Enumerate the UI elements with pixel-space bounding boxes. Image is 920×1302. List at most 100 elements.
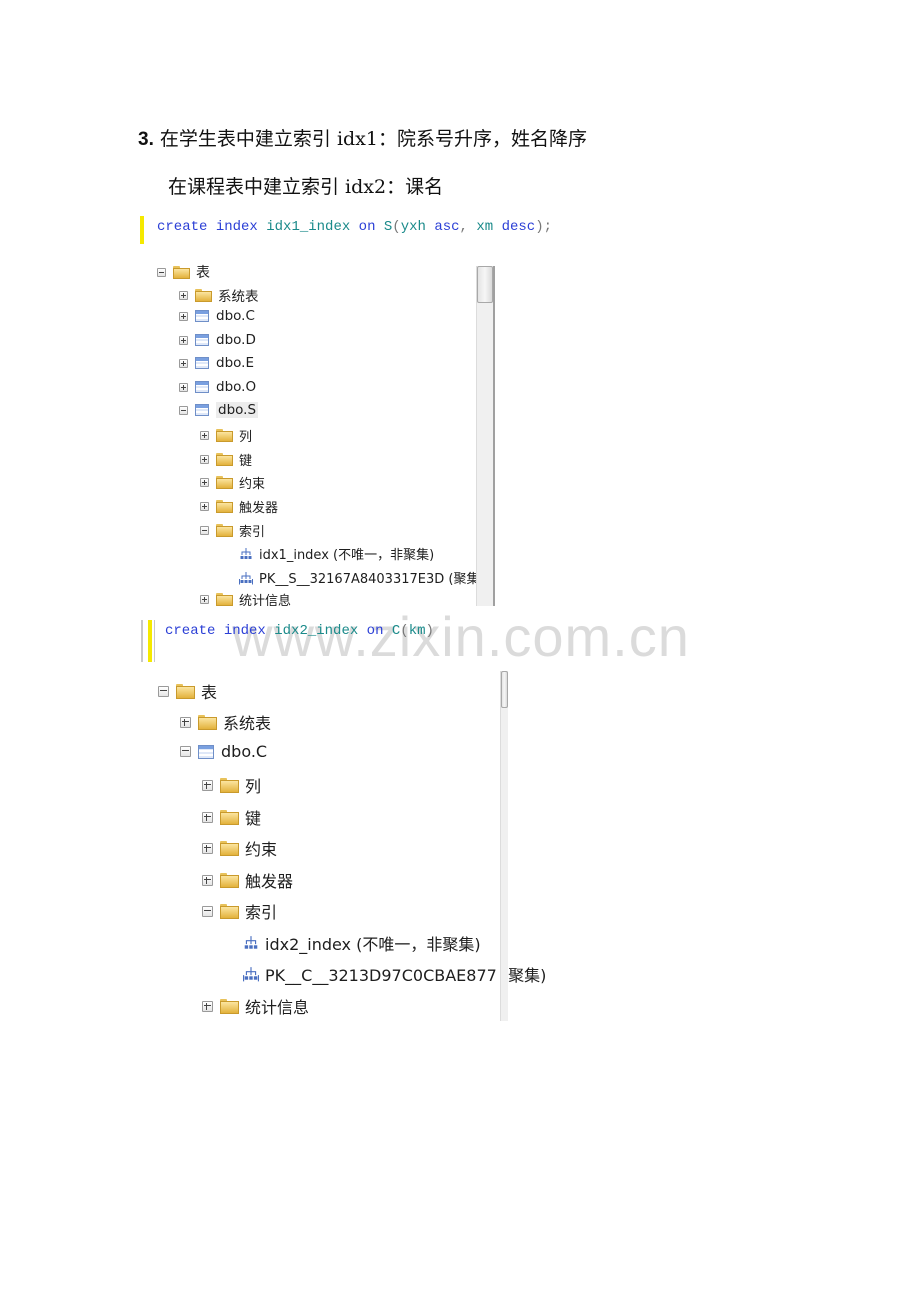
column-name: yxh bbox=[400, 219, 426, 235]
tree-node-index[interactable]: idx1_index (不唯一，非聚集) bbox=[239, 544, 434, 563]
expand-toggle-icon[interactable] bbox=[202, 1000, 213, 1012]
tree-node[interactable]: 系统表 bbox=[180, 710, 271, 734]
tree-node[interactable]: dbo.O bbox=[179, 379, 256, 395]
expand-toggle-icon[interactable] bbox=[202, 842, 213, 854]
tree-node[interactable]: dbo.E bbox=[179, 355, 254, 371]
tree-node-label: 触发器 bbox=[245, 872, 294, 891]
tree-node[interactable]: 触发器 bbox=[202, 868, 293, 892]
folder-icon bbox=[216, 592, 233, 606]
folder-icon bbox=[216, 476, 233, 489]
section-title-line1: 在学生表中建立索引 idx1：院系号升序，姓名降序 bbox=[159, 128, 587, 150]
tree-node[interactable]: 索引 bbox=[202, 899, 277, 923]
expand-toggle-icon[interactable] bbox=[200, 594, 209, 604]
folder-icon bbox=[220, 840, 239, 856]
tree-node-label: idx1_index (不唯一，非聚集) bbox=[259, 548, 435, 563]
tree-node[interactable]: dbo.C bbox=[180, 742, 267, 761]
paren-close: ) bbox=[425, 623, 434, 639]
folder-icon bbox=[220, 903, 239, 919]
editor-margin-line bbox=[154, 620, 155, 662]
folder-icon bbox=[198, 714, 217, 730]
tree-node-label: 索引 bbox=[245, 903, 278, 922]
tree-node[interactable]: 列 bbox=[202, 773, 261, 797]
tree1-scrollbar[interactable] bbox=[476, 266, 493, 606]
keyword-create: create bbox=[165, 623, 216, 639]
tree-node-label: PK__S__32167A8403317E3D (聚集) bbox=[259, 572, 485, 587]
tree-node[interactable]: dbo.C bbox=[179, 308, 255, 324]
tree-node[interactable]: 约束 bbox=[202, 836, 277, 860]
index-name: idx2_index bbox=[274, 623, 359, 639]
folder-icon bbox=[216, 429, 233, 442]
tree-node-index[interactable]: PK__S__32167A8403317E3D (聚集) bbox=[239, 568, 485, 587]
collapse-toggle-icon[interactable] bbox=[157, 267, 166, 277]
index-name: idx1_index bbox=[266, 219, 351, 235]
tree-node-label: dbo.E bbox=[216, 355, 254, 371]
expand-toggle-icon[interactable] bbox=[200, 455, 209, 464]
keyword-index: index bbox=[215, 219, 258, 235]
table-icon bbox=[195, 404, 209, 416]
collapse-toggle-icon[interactable] bbox=[200, 526, 209, 535]
sql-statement-2[interactable]: create index idx2_index on C(km) bbox=[165, 623, 434, 639]
tree-node-index[interactable]: idx2_index (不唯一，非聚集) bbox=[243, 931, 481, 955]
tree-node[interactable]: 统计信息 bbox=[202, 994, 309, 1018]
collapse-toggle-icon[interactable] bbox=[202, 905, 213, 917]
section-number: 3. bbox=[138, 129, 154, 150]
expand-toggle-icon[interactable] bbox=[179, 382, 188, 392]
keyword-create: create bbox=[157, 219, 208, 235]
clustered-index-icon bbox=[243, 967, 259, 982]
folder-icon bbox=[216, 524, 233, 537]
tree-node-tables[interactable]: 表 bbox=[158, 679, 217, 703]
tree2-scrollbar[interactable] bbox=[500, 671, 508, 1021]
tree-node[interactable]: 列 bbox=[200, 426, 252, 445]
column-name: xm bbox=[476, 219, 494, 235]
tree-node-label: 约束 bbox=[245, 840, 278, 859]
expand-toggle-icon[interactable] bbox=[179, 311, 188, 321]
expand-toggle-icon[interactable] bbox=[180, 716, 191, 728]
expand-toggle-icon[interactable] bbox=[179, 358, 188, 368]
tree-node-label: dbo.O bbox=[216, 379, 257, 395]
keyword-on: on bbox=[366, 623, 384, 639]
tree-node[interactable]: dbo.D bbox=[179, 332, 256, 348]
sql-statement-1[interactable]: create index idx1_index on S(yxh asc, xm… bbox=[157, 219, 552, 235]
editor-margin-gray bbox=[141, 620, 143, 662]
tree-node[interactable]: 键 bbox=[202, 805, 261, 829]
collapse-toggle-icon[interactable] bbox=[179, 405, 188, 415]
scrollbar-thumb[interactable] bbox=[477, 266, 493, 303]
folder-icon bbox=[216, 453, 233, 466]
folder-icon bbox=[195, 288, 212, 302]
tree-node[interactable]: 键 bbox=[200, 450, 252, 469]
collapse-toggle-icon[interactable] bbox=[180, 746, 191, 757]
expand-toggle-icon[interactable] bbox=[200, 431, 209, 440]
scrollbar-thumb[interactable] bbox=[501, 671, 508, 708]
expand-toggle-icon[interactable] bbox=[202, 779, 213, 791]
expand-toggle-icon[interactable] bbox=[200, 478, 209, 487]
tree-node[interactable]: 约束 bbox=[200, 473, 265, 492]
table-icon bbox=[195, 334, 209, 346]
tree-node[interactable]: 触发器 bbox=[200, 497, 278, 516]
nonclustered-index-icon bbox=[244, 936, 258, 949]
expand-toggle-icon[interactable] bbox=[179, 335, 188, 345]
tree-node-label: 索引 bbox=[239, 525, 266, 540]
tree-node-label: 列 bbox=[239, 430, 253, 445]
editor-margin-marker bbox=[140, 216, 144, 244]
tree-node[interactable]: 索引 bbox=[200, 521, 265, 540]
tree-node-label: dbo.C bbox=[216, 308, 255, 324]
paren-close: ); bbox=[535, 219, 552, 235]
tree-node-label: 触发器 bbox=[239, 501, 279, 516]
collapse-toggle-icon[interactable] bbox=[158, 685, 169, 697]
comma: , bbox=[459, 219, 468, 235]
section-title-line2: 在课程表中建立索引 idx2：课名 bbox=[168, 176, 444, 198]
tree-node-selected[interactable]: dbo.S bbox=[179, 402, 259, 418]
folder-icon bbox=[173, 265, 190, 279]
editor-margin-marker bbox=[148, 620, 152, 662]
tree-node-label: dbo.S bbox=[216, 402, 259, 418]
tree-node-tables[interactable]: 表 bbox=[157, 262, 210, 282]
tree-node[interactable]: 系统表 bbox=[179, 285, 259, 305]
folder-icon bbox=[220, 777, 239, 793]
expand-toggle-icon[interactable] bbox=[179, 290, 188, 300]
tree-node-label: 表 bbox=[196, 265, 210, 281]
table-icon bbox=[195, 381, 209, 393]
expand-toggle-icon[interactable] bbox=[202, 874, 213, 886]
paren-open: ( bbox=[392, 219, 401, 235]
expand-toggle-icon[interactable] bbox=[202, 811, 213, 823]
expand-toggle-icon[interactable] bbox=[200, 502, 209, 511]
